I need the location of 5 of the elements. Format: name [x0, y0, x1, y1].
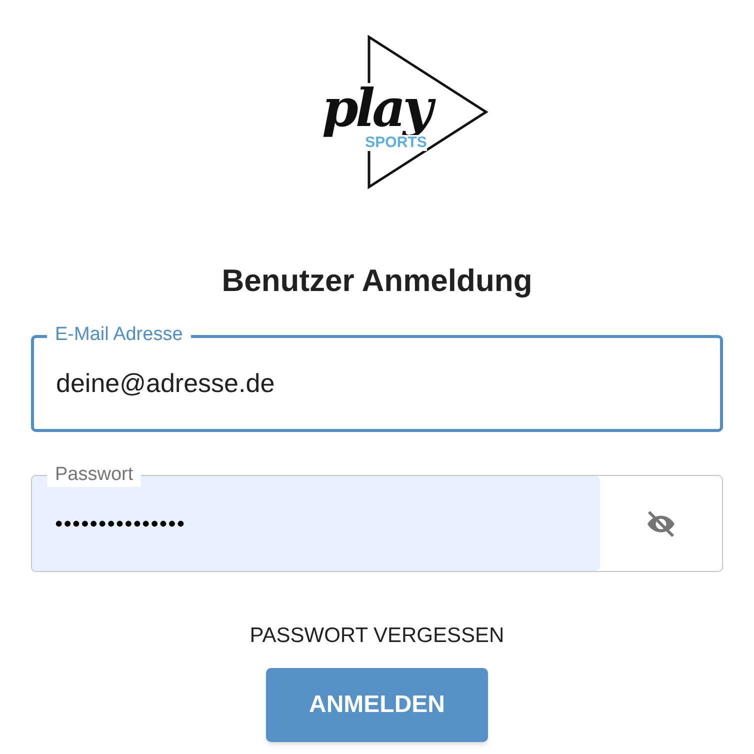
page-title: Benutzer Anmeldung	[222, 263, 532, 299]
field-value: •••••••••••••••	[55, 510, 186, 538]
logo-subtitle: SPORTS	[365, 135, 427, 151]
field-value: deine@adresse.de	[55, 367, 275, 400]
forgot-password-link[interactable]: PASSWORT VERGESSEN	[250, 620, 504, 652]
